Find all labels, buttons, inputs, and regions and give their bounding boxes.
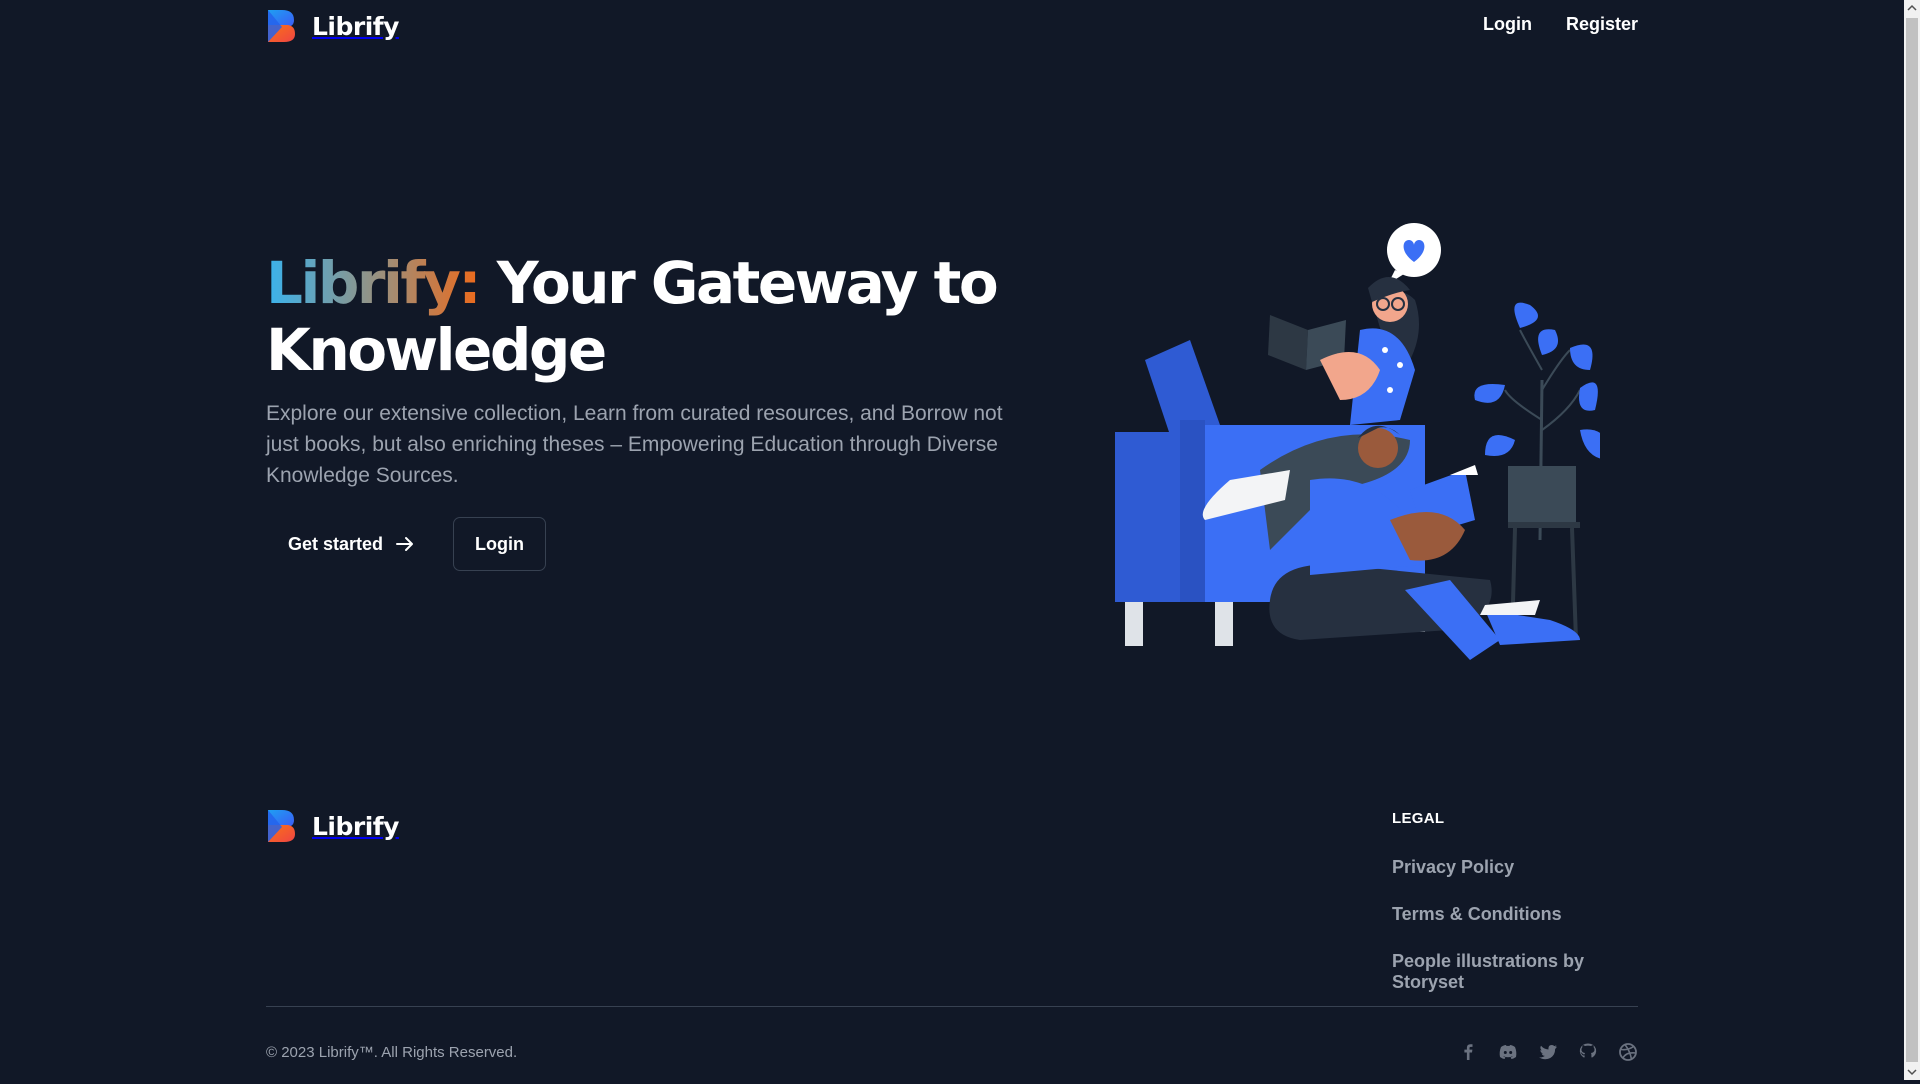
legal-heading: LEGAL	[1392, 810, 1445, 827]
librify-logo-icon	[268, 810, 295, 842]
hero-buttons: Get started Login	[266, 517, 1006, 571]
legal-list-item: People illustrations by Storyset	[1392, 951, 1638, 993]
dribbble-link[interactable]	[1618, 1042, 1638, 1062]
vertical-scrollbar[interactable]	[1904, 0, 1920, 1080]
page: Librify Login Register Librify: Your Gat…	[0, 0, 1904, 1080]
legal-links: Privacy Policy Terms & Conditions People…	[1392, 857, 1638, 993]
hero-section: Librify: Your Gateway to Knowledge Explo…	[266, 250, 1006, 571]
plant	[1474, 302, 1600, 641]
nav-login-link[interactable]: Login	[1483, 14, 1532, 35]
header-nav: Login Register	[1483, 14, 1638, 35]
discord-link[interactable]	[1498, 1042, 1518, 1062]
nav-register-link[interactable]: Register	[1566, 14, 1638, 35]
hero-title: Librify: Your Gateway to Knowledge	[266, 250, 1006, 384]
legal-list-item: Terms & Conditions	[1392, 904, 1638, 925]
get-started-label: Get started	[288, 533, 384, 554]
scroll-down-arrow-icon[interactable]	[1904, 1063, 1920, 1080]
copyright-text: © 2023 Librify™. All Rights Reserved.	[266, 1044, 518, 1061]
arrow-right-icon	[396, 537, 414, 551]
reading-people-illustration	[1115, 223, 1600, 660]
footer-divider	[266, 1006, 1638, 1007]
brand-link[interactable]: Librify	[266, 8, 399, 44]
hero-description: Explore our extensive collection, Learn …	[266, 402, 1003, 487]
twitter-link[interactable]	[1538, 1042, 1558, 1062]
discord-icon	[1499, 1045, 1517, 1059]
get-started-button[interactable]: Get started	[266, 517, 437, 571]
privacy-policy-link[interactable]: Privacy Policy	[1392, 857, 1514, 877]
facebook-icon	[1464, 1044, 1473, 1060]
scrollbar-thumb[interactable]	[1906, 18, 1918, 1062]
github-icon	[1579, 1043, 1597, 1058]
heart-bubble-icon	[1387, 223, 1441, 284]
terms-conditions-link[interactable]: Terms & Conditions	[1392, 904, 1562, 924]
dribbble-icon	[1619, 1043, 1637, 1061]
librify-logo-icon	[268, 10, 295, 42]
social-links	[1458, 1042, 1638, 1062]
footer-brand-name: Librify	[312, 811, 399, 841]
twitter-icon	[1539, 1045, 1557, 1060]
github-link[interactable]	[1578, 1042, 1598, 1062]
hero-title-highlight: Librify:	[266, 249, 482, 317]
footer-legal: LEGAL Privacy Policy Terms & Conditions …	[1392, 810, 1638, 993]
storyset-credit-link[interactable]: People illustrations by Storyset	[1392, 951, 1584, 992]
hero-login-button[interactable]: Login	[453, 517, 547, 571]
site-header: Librify Login Register	[266, 0, 1638, 56]
scroll-up-arrow-icon[interactable]	[1904, 0, 1920, 17]
facebook-link[interactable]	[1458, 1042, 1478, 1062]
footer-brand-link[interactable]: Librify	[266, 808, 399, 844]
brand-name: Librify	[312, 11, 399, 41]
legal-list-item: Privacy Policy	[1392, 857, 1638, 878]
